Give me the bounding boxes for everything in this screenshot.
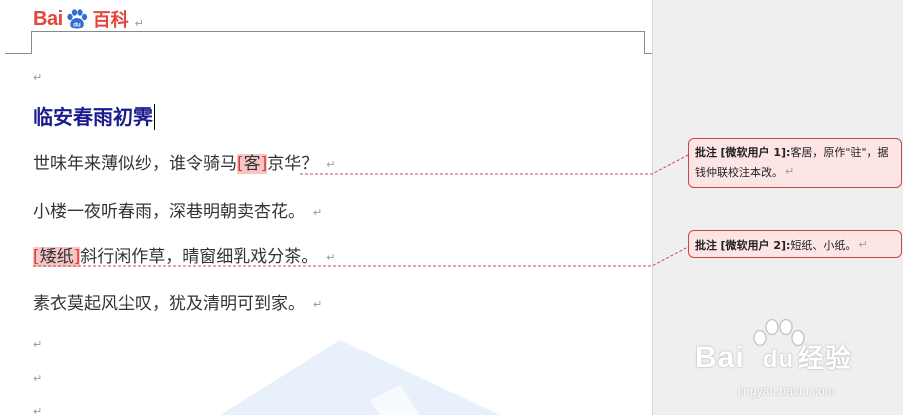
blank-paragraph[interactable]: ↵ [33, 400, 42, 415]
blank-paragraph[interactable]: ↵ [33, 367, 42, 386]
poem-line-2[interactable]: 小楼一夜听春雨，深巷明朝卖杏花。 ↵ [33, 197, 322, 222]
paragraph-mark: ↵ [33, 338, 43, 351]
comment-balloon-2[interactable]: 批注 [微软用户 2]:短纸、小纸。 ↵ [688, 230, 902, 258]
blank-paragraph[interactable]: ↵ [33, 333, 42, 352]
poem-line-1[interactable]: 世味年来薄似纱，谁令骑马[客]京华？ ↵ [33, 149, 336, 174]
line-text: 斜行闲作草，晴窗细乳戏分茶。 [80, 247, 319, 267]
line-text: 小楼一夜听春雨，深巷明朝卖杏花。 [33, 202, 305, 222]
text-cursor [154, 104, 155, 130]
logo-du-text: du [73, 23, 81, 29]
comment-author: [微软用户 2]: [720, 239, 791, 252]
line-text: 京华？ [267, 154, 319, 174]
comment-author: [微软用户 1]: [720, 146, 791, 159]
highlighted-text: 矮纸 [39, 247, 74, 267]
comment-anchor-1[interactable]: [客] [237, 154, 268, 174]
paragraph-mark: ↵ [33, 372, 43, 385]
title-text: 临安春雨初霁 [33, 105, 153, 129]
paragraph-mark: ↵ [134, 16, 144, 30]
comment-balloon-1[interactable]: 批注 [微软用户 1]:客居，原作"驻"，据钱仲联校注本改。 ↵ [688, 138, 902, 188]
paragraph-mark: ↵ [33, 405, 43, 415]
margin-corner-left [31, 31, 32, 53]
highlighted-text: 客 [243, 154, 261, 174]
poem-line-3[interactable]: [矮纸]斜行闲作草，晴窗细乳戏分茶。 ↵ [33, 242, 336, 267]
logo-bai-text: Bai [33, 7, 63, 30]
comment-label: 批注 [695, 146, 717, 159]
header-logo: Bai du 百科 ↵ [33, 6, 144, 32]
paragraph-mark: ↵ [858, 238, 868, 251]
paragraph-mark: ↵ [313, 298, 323, 311]
paragraph-mark: ↵ [33, 71, 43, 84]
margin-corner-left-h [5, 53, 32, 54]
document-title[interactable]: 临安春雨初霁 [33, 101, 155, 130]
watermark-arrow-shape [220, 340, 500, 415]
line-text: 素衣莫起风尘叹，犹及清明可到家。 [33, 294, 305, 314]
comment-text: 短纸、小纸。 [790, 239, 857, 252]
line-text: 世味年来薄似纱，谁令骑马 [33, 154, 237, 174]
paragraph-mark: ↵ [326, 158, 336, 171]
watermark-brand: Bai du 经验 [695, 341, 853, 374]
logo-baike-text: 百科 [92, 10, 129, 31]
poem-line-4[interactable]: 素衣莫起风尘叹，犹及清明可到家。 ↵ [33, 289, 322, 314]
paw-icon: du [67, 9, 87, 29]
comment-label: 批注 [695, 239, 717, 252]
watermark-url: jingyan.baidu.com [738, 384, 835, 398]
margin-corner-right [644, 31, 645, 53]
paragraph-mark: ↵ [785, 165, 795, 178]
paragraph-mark: ↵ [313, 206, 323, 219]
blank-paragraph[interactable]: ↵ [33, 66, 42, 85]
comment-anchor-2[interactable]: [矮纸] [33, 247, 81, 267]
paragraph-mark: ↵ [326, 251, 336, 264]
header-separator [32, 31, 645, 32]
document-page[interactable]: Bai du 百科 ↵ ↵ 临安春雨初霁 世味年来薄似纱，谁令骑马[客]京华？ ↵… [0, 0, 653, 415]
